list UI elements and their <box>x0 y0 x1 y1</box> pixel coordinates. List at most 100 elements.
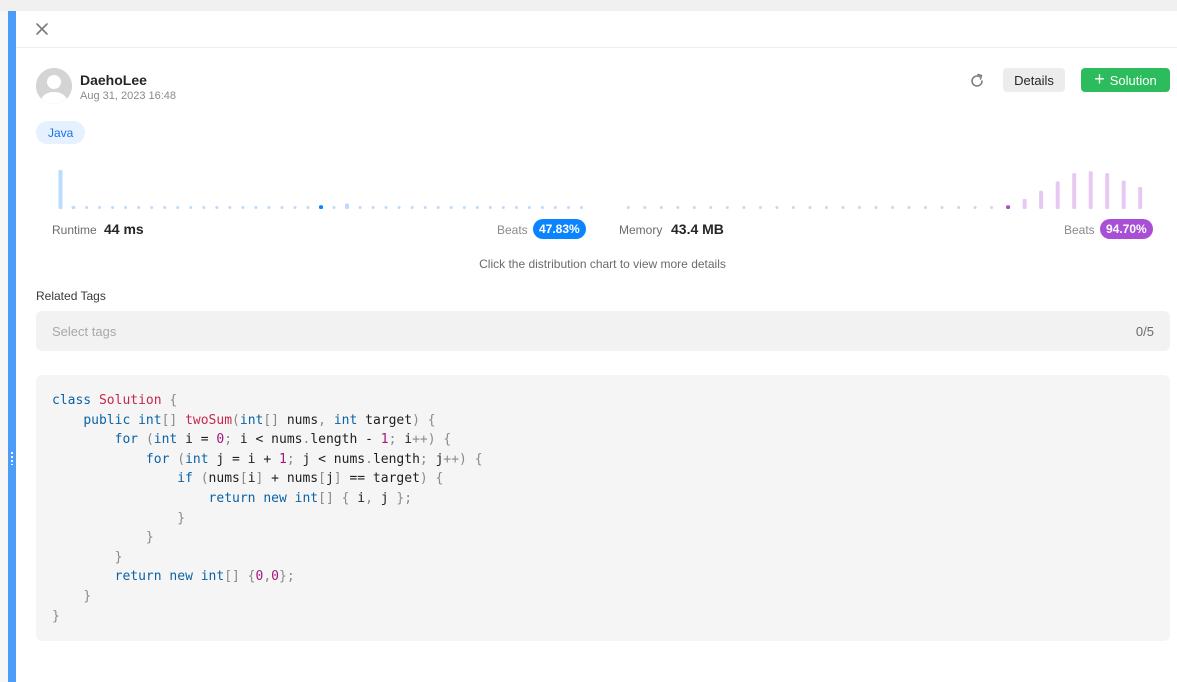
solution-panel: DaehoLee Aug 31, 2023 16:48 Details + So… <box>16 11 1177 682</box>
avatar[interactable] <box>36 68 72 104</box>
distribution-bar[interactable] <box>1039 190 1044 209</box>
distribution-bar[interactable] <box>973 206 977 209</box>
distribution-bar[interactable] <box>957 206 961 209</box>
distribution-bar[interactable] <box>345 203 349 210</box>
code-line: return new int[] { i, j }; <box>208 490 413 506</box>
details-label: Details <box>1014 72 1054 88</box>
tags-select[interactable]: Select tags 0/5 <box>36 311 1170 351</box>
code-line: for (int i = 0; i < nums.length - 1; i++… <box>114 432 452 448</box>
distribution-bar[interactable] <box>449 206 453 209</box>
distribution-bar[interactable] <box>137 206 141 209</box>
distribution-bar[interactable] <box>306 206 310 209</box>
distribution-bar[interactable] <box>384 206 388 209</box>
runtime-distribution-chart[interactable] <box>54 161 588 211</box>
distribution-bar[interactable] <box>540 206 544 209</box>
solution-label: Solution <box>1109 72 1157 88</box>
panel-header <box>16 11 1177 48</box>
distribution-bar[interactable] <box>775 206 779 209</box>
distribution-bar[interactable] <box>1105 173 1110 209</box>
distribution-bar[interactable] <box>858 206 861 209</box>
distribution-bar[interactable] <box>659 206 663 209</box>
distribution-bar[interactable] <box>254 206 258 209</box>
distribution-bar[interactable] <box>176 206 180 209</box>
distribution-bar[interactable] <box>1006 205 1011 209</box>
distribution-bar[interactable] <box>111 206 115 209</box>
distribution-bar[interactable] <box>676 206 680 209</box>
distribution-bar[interactable] <box>808 206 812 209</box>
code-line: if (nums[i] + nums[j] == target) { <box>177 471 444 487</box>
distribution-bar[interactable] <box>358 206 362 209</box>
distribution-bar[interactable] <box>626 206 630 209</box>
distribution-bar[interactable] <box>71 206 76 209</box>
distribution-bar[interactable] <box>371 206 375 209</box>
distribution-bar[interactable] <box>267 206 271 209</box>
distribution-bar[interactable] <box>758 206 762 209</box>
distribution-bar[interactable] <box>475 206 479 209</box>
distribution-bar[interactable] <box>990 206 994 209</box>
distribution-bar[interactable] <box>215 206 219 209</box>
chart-hint: Click the distribution chart to view mor… <box>479 257 726 271</box>
distribution-bar[interactable] <box>410 206 414 209</box>
distribution-bar[interactable] <box>692 206 696 209</box>
distribution-bar[interactable] <box>527 206 531 209</box>
distribution-bar[interactable] <box>1138 186 1143 209</box>
distribution-bar[interactable] <box>907 206 911 209</box>
tags-placeholder: Select tags <box>52 324 117 339</box>
distribution-bar[interactable] <box>501 206 505 209</box>
distribution-bar[interactable] <box>709 206 713 209</box>
submission-date: Aug 31, 2023 16:48 <box>80 90 177 102</box>
details-button[interactable]: Details <box>1003 68 1065 92</box>
add-solution-button[interactable]: + Solution <box>1081 68 1170 92</box>
distribution-bar[interactable] <box>874 206 878 209</box>
distribution-bar[interactable] <box>1088 171 1093 209</box>
distribution-bar[interactable] <box>1055 181 1060 209</box>
refresh-icon[interactable] <box>968 72 986 90</box>
distribution-bar[interactable] <box>643 206 647 209</box>
distribution-bar[interactable] <box>488 206 492 209</box>
distribution-bar[interactable] <box>1022 198 1027 209</box>
username[interactable]: DaehoLee <box>80 72 147 88</box>
code-line: } <box>52 608 60 624</box>
memory-distribution-chart[interactable] <box>620 161 1154 211</box>
code-line: } <box>145 530 154 546</box>
distribution-bar[interactable] <box>189 206 193 209</box>
distribution-bar[interactable] <box>924 206 927 209</box>
distribution-bar[interactable] <box>85 206 89 209</box>
distribution-bar[interactable] <box>150 206 154 209</box>
distribution-bar[interactable] <box>332 206 336 209</box>
distribution-bar[interactable] <box>567 206 570 209</box>
distribution-bar[interactable] <box>98 206 102 209</box>
distribution-bar[interactable] <box>423 206 427 209</box>
distribution-bar[interactable] <box>319 205 323 209</box>
distribution-bar[interactable] <box>462 206 466 209</box>
distribution-bar[interactable] <box>397 206 401 209</box>
distribution-bar[interactable] <box>228 206 232 209</box>
distribution-bar[interactable] <box>725 206 729 209</box>
distribution-bar[interactable] <box>841 206 845 209</box>
distribution-bar[interactable] <box>436 206 440 209</box>
distribution-bar[interactable] <box>580 206 583 209</box>
distribution-bar[interactable] <box>280 206 284 209</box>
distribution-bar[interactable] <box>553 206 557 209</box>
distribution-bar[interactable] <box>940 206 944 209</box>
close-icon[interactable] <box>34 21 50 37</box>
pane-resize-handle[interactable] <box>8 11 16 682</box>
distribution-bar[interactable] <box>241 206 245 209</box>
distribution-bar[interactable] <box>824 206 828 209</box>
distribution-bar[interactable] <box>202 206 206 209</box>
distribution-bar[interactable] <box>891 206 894 209</box>
code-line: class Solution { <box>52 393 178 408</box>
distribution-bar[interactable] <box>1072 173 1077 209</box>
drag-grip-icon[interactable] <box>11 451 13 465</box>
distribution-bar[interactable] <box>58 169 63 209</box>
distribution-bar[interactable] <box>1121 180 1126 210</box>
distribution-bar[interactable] <box>791 206 795 209</box>
distribution-bar[interactable] <box>124 206 128 209</box>
code-line: } <box>114 549 123 565</box>
distribution-bar[interactable] <box>514 206 518 209</box>
distribution-bar[interactable] <box>163 206 167 209</box>
distribution-bar[interactable] <box>293 206 297 209</box>
distribution-bar[interactable] <box>742 206 746 209</box>
language-tag[interactable]: Java <box>36 121 86 144</box>
code-block[interactable]: class Solution { public int[] twoSum(int… <box>36 375 1170 641</box>
